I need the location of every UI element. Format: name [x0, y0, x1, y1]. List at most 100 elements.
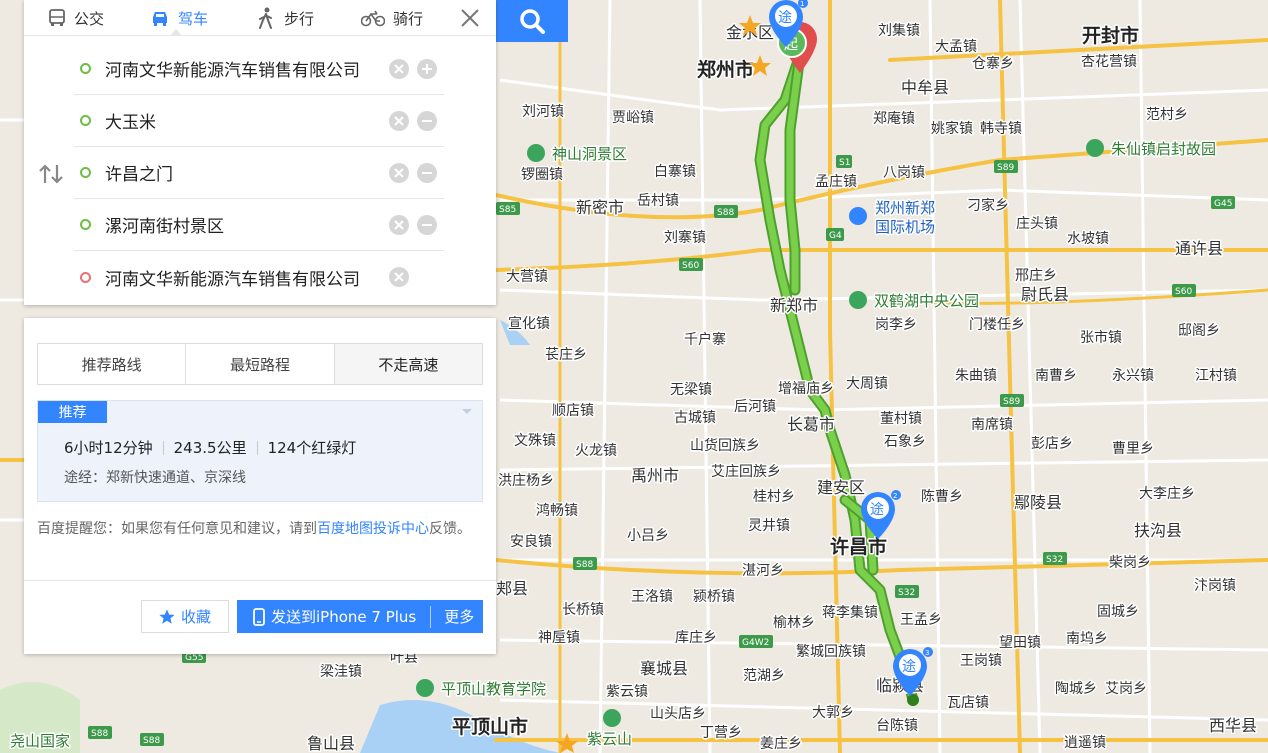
map-label-county: 扶沟县 — [1134, 521, 1182, 540]
stop-via-1[interactable]: 大玉米 — [74, 95, 444, 147]
svg-text:S60: S60 — [682, 261, 699, 271]
svg-text:增福庙乡: 增福庙乡 — [778, 381, 834, 397]
svg-text:汴岗镇: 汴岗镇 — [1194, 578, 1236, 594]
divider — [162, 440, 164, 455]
remove-stop-button[interactable] — [417, 162, 437, 183]
svg-text:柴岗乡: 柴岗乡 — [1109, 555, 1151, 571]
svg-text:古城镇: 古城镇 — [674, 410, 716, 426]
star-icon — [159, 609, 175, 624]
stop-start[interactable]: 河南文华新能源汽车销售有限公司 — [74, 43, 444, 95]
svg-text:颍桥镇: 颍桥镇 — [693, 589, 735, 605]
remove-stop-button[interactable] — [417, 214, 437, 235]
bus-icon — [49, 9, 65, 26]
svg-text:千户寨: 千户寨 — [684, 331, 726, 348]
svg-text:S88: S88 — [717, 208, 734, 218]
svg-text:桂村乡: 桂村乡 — [753, 489, 795, 505]
tab-recommended[interactable]: 推荐路线 — [38, 344, 187, 384]
svg-text:朱仙镇启封故园: 朱仙镇启封故园 — [1111, 140, 1216, 158]
route-preference-tabs: 推荐路线 最短路程 不走高速 — [37, 343, 483, 385]
favorite-button[interactable]: 收藏 — [141, 600, 229, 633]
active-mode-indicator — [170, 29, 182, 36]
tab-shortest[interactable]: 最短路程 — [186, 344, 335, 384]
stop-via-3[interactable]: 漯河南街村景区 — [74, 199, 444, 251]
map-label-county: 长葛市 — [787, 415, 835, 434]
search-button[interactable] — [496, 0, 568, 42]
svg-text:江村镇: 江村镇 — [1195, 368, 1237, 384]
svg-text:王洛镇: 王洛镇 — [631, 589, 673, 605]
minus-icon — [422, 171, 432, 174]
svg-text:鸿畅镇: 鸿畅镇 — [536, 502, 578, 519]
mode-car-tab[interactable]: 驾车 — [150, 6, 208, 30]
map-poi: 尧山国家 — [10, 732, 70, 750]
svg-text:神垕镇: 神垕镇 — [538, 630, 580, 646]
complaint-center-link[interactable]: 百度地图投诉中心 — [317, 521, 429, 537]
send-to-phone-button[interactable]: 发送到iPhone 7 Plus — [237, 600, 416, 633]
svg-text:贾峪镇: 贾峪镇 — [612, 110, 654, 126]
bike-icon — [361, 10, 385, 27]
mode-walk-tab[interactable]: 步行 — [256, 6, 314, 30]
map-label-county: 尉氏县 — [1021, 285, 1069, 304]
via-dot-icon — [80, 115, 91, 126]
route-summary-card[interactable]: 推荐 6小时12分钟 243.5公里 124个红绿灯 途经：郑新快速通道、京深线 — [37, 400, 483, 502]
start-dot-icon — [80, 63, 91, 74]
clear-stop-button[interactable] — [389, 58, 409, 79]
map-label-county: 鲁山县 — [307, 734, 355, 753]
clear-stop-button[interactable] — [389, 214, 409, 235]
svg-text:S89: S89 — [997, 163, 1014, 173]
clear-stop-button[interactable] — [389, 267, 409, 287]
svg-text:仓寨乡: 仓寨乡 — [972, 55, 1014, 72]
phone-icon — [253, 607, 265, 626]
chevron-down-icon[interactable] — [462, 409, 472, 414]
svg-text:八岗镇: 八岗镇 — [883, 165, 925, 181]
mode-bike-tab[interactable]: 骑行 — [361, 6, 423, 30]
svg-text:姚家镇: 姚家镇 — [931, 120, 973, 137]
more-button[interactable]: 更多 — [431, 606, 474, 627]
svg-text:台陈镇: 台陈镇 — [876, 717, 918, 734]
svg-text:途: 途 — [778, 9, 792, 26]
remove-stop-button[interactable] — [417, 110, 437, 131]
svg-text:1: 1 — [800, 0, 804, 8]
route-via: 途经：郑新快速通道、京深线 — [64, 470, 246, 486]
svg-text:刁家乡: 刁家乡 — [967, 197, 1009, 214]
svg-text:途: 途 — [870, 501, 884, 518]
svg-text:S88: S88 — [143, 736, 160, 746]
svg-text:岳村镇: 岳村镇 — [637, 193, 679, 209]
clear-stop-button[interactable] — [389, 162, 409, 183]
close-button[interactable] — [456, 4, 484, 32]
svg-text:水坡镇: 水坡镇 — [1067, 231, 1109, 247]
svg-text:邢庄乡: 邢庄乡 — [1015, 267, 1057, 284]
svg-text:库庄乡: 库庄乡 — [675, 629, 717, 646]
svg-text:艾岗乡: 艾岗乡 — [1105, 681, 1147, 697]
svg-text:G45: G45 — [1214, 199, 1232, 209]
add-stop-button[interactable] — [417, 58, 437, 79]
svg-text:岗李乡: 岗李乡 — [875, 317, 917, 333]
svg-text:G55: G55 — [185, 653, 203, 663]
map-label-city: 平顶山市 — [452, 715, 528, 738]
svg-text:国际机场: 国际机场 — [875, 218, 935, 236]
clear-stop-button[interactable] — [389, 110, 409, 131]
clear-icon — [394, 219, 404, 230]
map-label-county: 通许县 — [1175, 239, 1223, 258]
map-label-county: 新郑市 — [770, 296, 818, 315]
swap-icon[interactable] — [38, 163, 64, 185]
svg-text:固城乡: 固城乡 — [1097, 604, 1139, 620]
svg-text:大孟镇: 大孟镇 — [935, 39, 977, 55]
route-planner-panel: 公交 驾车 步行 骑行 河南文华新能源汽车销售有限公司 大玉米 许昌之门 漯河南… — [24, 0, 496, 305]
svg-text:3: 3 — [925, 649, 929, 657]
route-distance: 243.5公里 — [173, 439, 247, 457]
svg-text:顺店镇: 顺店镇 — [552, 403, 594, 419]
svg-text:刘寨镇: 刘寨镇 — [664, 229, 706, 246]
stop-end[interactable]: 河南文华新能源汽车销售有限公司 — [74, 251, 444, 303]
svg-text:宣化镇: 宣化镇 — [508, 316, 550, 332]
stop-via-2[interactable]: 许昌之门 — [74, 147, 444, 199]
walk-icon — [259, 7, 272, 29]
svg-text:永兴镇: 永兴镇 — [1112, 368, 1154, 384]
svg-text:董村镇: 董村镇 — [880, 411, 922, 427]
tab-no-highway[interactable]: 不走高速 — [334, 344, 482, 384]
svg-text:S60: S60 — [1175, 287, 1192, 297]
map-label-county: 襄城县 — [640, 659, 688, 678]
map-label-city: 开封市 — [1082, 24, 1139, 47]
route-stats: 6小时12分钟 243.5公里 124个红绿灯 — [64, 437, 356, 458]
svg-text:陶城乡: 陶城乡 — [1055, 681, 1097, 697]
mode-bus-tab[interactable]: 公交 — [48, 6, 104, 30]
